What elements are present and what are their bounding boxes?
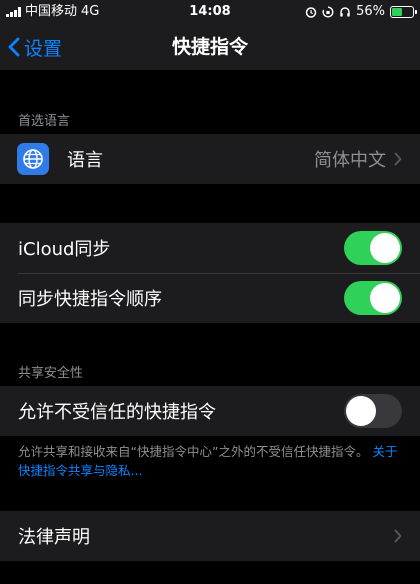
- icloud-sync-toggle[interactable]: [344, 231, 402, 265]
- security-note-text: 允许共享和接收来自“快捷指令中心”之外的不受信任快捷指令。: [18, 444, 369, 459]
- sync-order-label: 同步快捷指令顺序: [18, 289, 162, 310]
- language-value: 简体中文: [314, 150, 386, 171]
- sync-order-toggle-wrap: [344, 273, 402, 323]
- language-value-group: 简体中文: [314, 134, 402, 184]
- untrusted-shortcuts-label: 允许不受信任的快捷指令: [18, 402, 216, 423]
- headphones-icon: [340, 7, 350, 17]
- security-group: 允许不受信任的快捷指令: [0, 386, 420, 436]
- navigation-bar: 设置 快捷指令: [0, 24, 420, 70]
- sync-order-row: 同步快捷指令顺序: [0, 273, 420, 323]
- battery-percent: 56%: [356, 4, 385, 19]
- legal-row[interactable]: 法律声明: [0, 511, 420, 561]
- sync-order-toggle[interactable]: [344, 281, 402, 315]
- security-note: 允许共享和接收来自“快捷指令中心”之外的不受信任快捷指令。 关于快捷指令共享与隐…: [18, 442, 402, 480]
- icloud-sync-label: iCloud同步: [18, 239, 111, 260]
- battery-fill: [392, 8, 402, 16]
- chevron-right-icon: [394, 529, 402, 543]
- legal-group: 法律声明: [0, 511, 420, 561]
- icloud-sync-toggle-wrap: [344, 223, 402, 273]
- globe-icon: [17, 143, 49, 175]
- status-right: 56%: [305, 0, 417, 24]
- battery-icon: [390, 6, 417, 18]
- toggle-knob: [370, 233, 400, 263]
- language-row[interactable]: 语言 简体中文: [0, 134, 420, 184]
- page-title: 快捷指令: [171, 36, 248, 58]
- sync-group: iCloud同步 同步快捷指令顺序: [0, 223, 420, 323]
- legal-label: 法律声明: [18, 527, 90, 548]
- icloud-sync-row: iCloud同步: [0, 223, 420, 273]
- legal-chevron-wrap: [386, 511, 402, 561]
- orientation-lock-icon: [322, 6, 334, 18]
- chevron-right-icon: [394, 152, 402, 166]
- security-section-header: 共享安全性: [18, 366, 84, 381]
- status-bar: 中国移动 4G 14:08 56%: [0, 0, 420, 24]
- language-section-header: 首选语言: [18, 114, 71, 129]
- language-label: 语言: [67, 150, 103, 171]
- untrusted-shortcuts-toggle[interactable]: [344, 394, 402, 428]
- alarm-icon: [305, 7, 317, 18]
- untrusted-shortcuts-row: 允许不受信任的快捷指令: [0, 386, 420, 436]
- untrusted-shortcuts-toggle-wrap: [344, 386, 402, 436]
- toggle-knob: [346, 396, 376, 426]
- toggle-knob: [370, 283, 400, 313]
- language-group: 语言 简体中文: [0, 134, 420, 184]
